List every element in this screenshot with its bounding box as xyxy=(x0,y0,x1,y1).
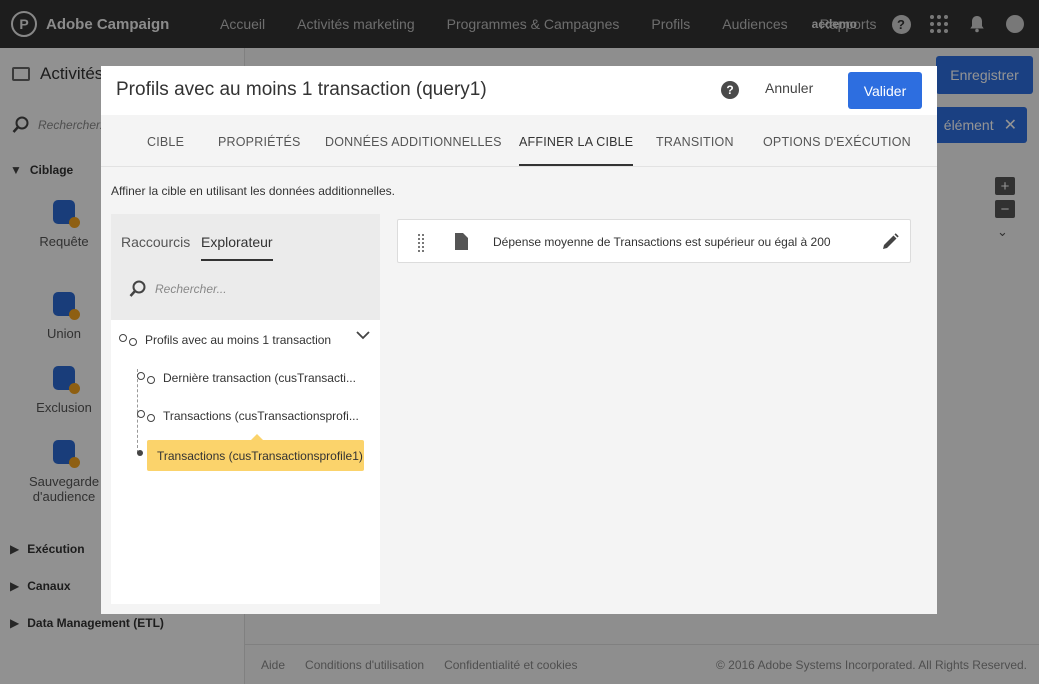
help-icon[interactable]: ? xyxy=(721,81,739,99)
tab-donnees-additionnelles[interactable]: DONNÉES ADDITIONNELLES xyxy=(325,135,502,149)
tree-root-item[interactable]: Profils avec au moins 1 transaction xyxy=(119,333,331,347)
link-icon xyxy=(137,410,155,422)
tab-explorateur[interactable]: Explorateur xyxy=(201,234,273,261)
cancel-button[interactable]: Annuler xyxy=(765,80,813,96)
tree-node-dot xyxy=(137,450,143,456)
chevron-down-icon[interactable] xyxy=(356,328,370,343)
intro-text: Affiner la cible en utilisant les donnée… xyxy=(111,184,395,198)
query-modal: Profils avec au moins 1 transaction (que… xyxy=(101,66,937,614)
condition-text: Dépense moyenne de Transactions est supé… xyxy=(493,235,831,249)
tree-item-label: Dernière transaction (cusTransacti... xyxy=(163,371,356,385)
modal-tabs: CIBLE PROPRIÉTÉS DONNÉES ADDITIONNELLES … xyxy=(101,115,937,167)
tab-proprietes[interactable]: PROPRIÉTÉS xyxy=(218,135,301,149)
tab-raccourcis[interactable]: Raccourcis xyxy=(121,234,190,250)
tab-cible[interactable]: CIBLE xyxy=(147,135,184,149)
filter-condition[interactable]: Dépense moyenne de Transactions est supé… xyxy=(397,219,911,263)
explorer-panel: Raccourcis Explorateur Rechercher... Pro… xyxy=(111,214,380,604)
tab-transition[interactable]: TRANSITION xyxy=(656,135,734,149)
explorer-search-input[interactable]: Rechercher... xyxy=(129,280,227,298)
tab-affiner-la-cible[interactable]: AFFINER LA CIBLE xyxy=(519,135,634,166)
tree-item-label: Transactions (cusTransactionsprofi... xyxy=(163,409,359,423)
explorer-panel-header: Raccourcis Explorateur Rechercher... xyxy=(111,214,380,320)
modal-header: Profils avec au moins 1 transaction (que… xyxy=(101,66,937,115)
link-icon xyxy=(119,334,137,346)
tree-item-derniere-transaction[interactable]: Dernière transaction (cusTransacti... xyxy=(137,371,356,385)
tree-item-transactions[interactable]: Transactions (cusTransactionsprofi... xyxy=(137,409,359,423)
validate-button[interactable]: Valider xyxy=(848,72,922,109)
tab-options-execution[interactable]: OPTIONS D'EXÉCUTION xyxy=(763,135,911,149)
search-icon xyxy=(129,280,146,297)
explorer-search-placeholder: Rechercher... xyxy=(155,282,227,296)
tooltip: Transactions (cusTransactionsprofile1) xyxy=(147,434,364,471)
modal-title: Profils avec au moins 1 transaction (que… xyxy=(116,79,487,100)
document-icon xyxy=(455,233,468,250)
drag-handle-icon[interactable] xyxy=(418,234,424,252)
tree-item-label: Profils avec au moins 1 transaction xyxy=(145,333,332,347)
link-icon xyxy=(137,372,155,384)
pencil-icon[interactable] xyxy=(880,232,900,252)
